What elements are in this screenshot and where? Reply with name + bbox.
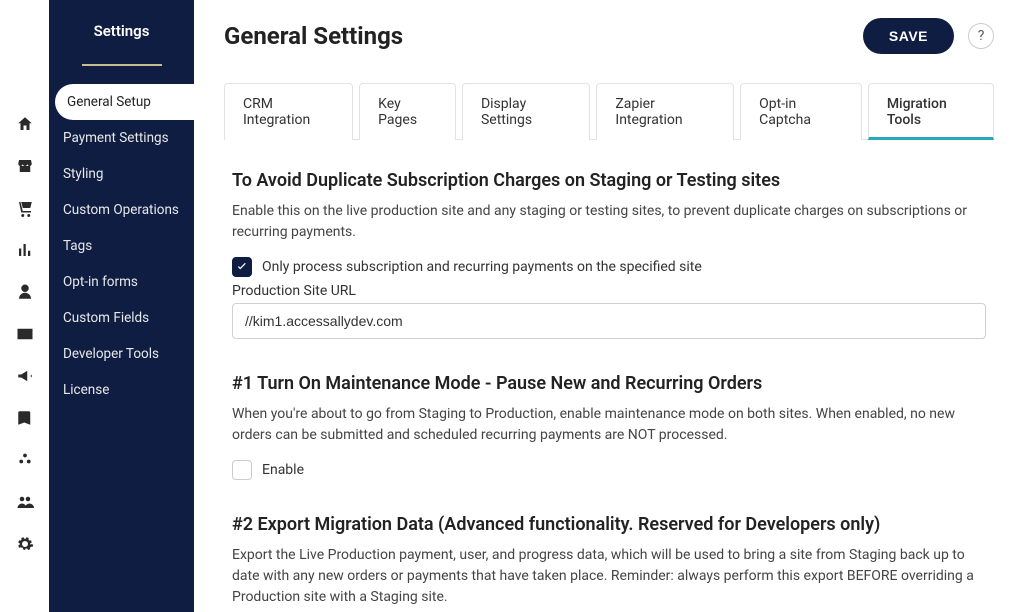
section-export-migration: #2 Export Migration Data (Advanced funct…: [232, 514, 986, 612]
tab-key-pages[interactable]: Key Pages: [359, 83, 456, 140]
icon-rail: [0, 0, 49, 612]
settings-sidebar: Settings General Setup Payment Settings …: [49, 0, 194, 612]
sidebar-item-license[interactable]: License: [49, 372, 194, 408]
section-duplicate-charges: To Avoid Duplicate Subscription Charges …: [232, 170, 986, 339]
sidebar-item-custom-operations[interactable]: Custom Operations: [49, 192, 194, 228]
store-icon[interactable]: [16, 157, 34, 175]
sidebar-item-styling[interactable]: Styling: [49, 156, 194, 192]
tab-zapier-integration[interactable]: Zapier Integration: [596, 83, 734, 140]
sidebar-item-payment-settings[interactable]: Payment Settings: [49, 120, 194, 156]
production-url-input[interactable]: [232, 303, 986, 339]
cart-icon[interactable]: [16, 199, 34, 217]
only-process-label: Only process subscription and recurring …: [262, 259, 702, 275]
section-desc: When you're about to go from Staging to …: [232, 404, 986, 446]
section-heading: #2 Export Migration Data (Advanced funct…: [232, 514, 986, 535]
enable-maintenance-checkbox[interactable]: [232, 460, 252, 480]
section-desc: Export the Live Production payment, user…: [232, 545, 986, 608]
page-title: General Settings: [224, 22, 403, 50]
megaphone-icon[interactable]: [16, 367, 34, 385]
help-button[interactable]: ?: [968, 23, 994, 49]
only-process-checkbox[interactable]: [232, 257, 252, 277]
sidebar-item-optin-forms[interactable]: Opt-in forms: [49, 264, 194, 300]
main-header: General Settings SAVE ?: [224, 18, 994, 54]
user-icon[interactable]: [16, 283, 34, 301]
tab-optin-captcha[interactable]: Opt-in Captcha: [740, 83, 862, 140]
sidebar-item-general-setup[interactable]: General Setup: [55, 84, 194, 120]
tab-content: To Avoid Duplicate Subscription Charges …: [224, 170, 994, 612]
sidebar-title: Settings: [49, 22, 194, 40]
dots-icon[interactable]: [16, 451, 34, 469]
section-heading: To Avoid Duplicate Subscription Charges …: [232, 170, 986, 191]
mail-icon[interactable]: [16, 325, 34, 343]
sidebar-item-custom-fields[interactable]: Custom Fields: [49, 300, 194, 336]
tab-migration-tools[interactable]: Migration Tools: [868, 83, 994, 140]
main-panel: General Settings SAVE ? CRM Integration …: [194, 0, 1024, 612]
enable-maintenance-label: Enable: [262, 462, 304, 478]
sidebar-item-tags[interactable]: Tags: [49, 228, 194, 264]
sidebar-items: General Setup Payment Settings Styling C…: [49, 84, 194, 408]
home-icon[interactable]: [16, 115, 34, 133]
team-icon[interactable]: [16, 493, 34, 511]
sidebar-item-developer-tools[interactable]: Developer Tools: [49, 336, 194, 372]
tabs: CRM Integration Key Pages Display Settin…: [224, 82, 994, 140]
gear-icon[interactable]: [16, 535, 34, 553]
tab-display-settings[interactable]: Display Settings: [462, 83, 590, 140]
tab-crm-integration[interactable]: CRM Integration: [224, 83, 353, 140]
save-button[interactable]: SAVE: [863, 18, 954, 54]
section-maintenance-mode: #1 Turn On Maintenance Mode - Pause New …: [232, 373, 986, 480]
chart-icon[interactable]: [16, 241, 34, 259]
sidebar-divider: [82, 64, 162, 66]
section-desc: Enable this on the live production site …: [232, 201, 986, 243]
section-heading: #1 Turn On Maintenance Mode - Pause New …: [232, 373, 986, 394]
book-icon[interactable]: [16, 409, 34, 427]
production-url-label: Production Site URL: [232, 283, 986, 299]
